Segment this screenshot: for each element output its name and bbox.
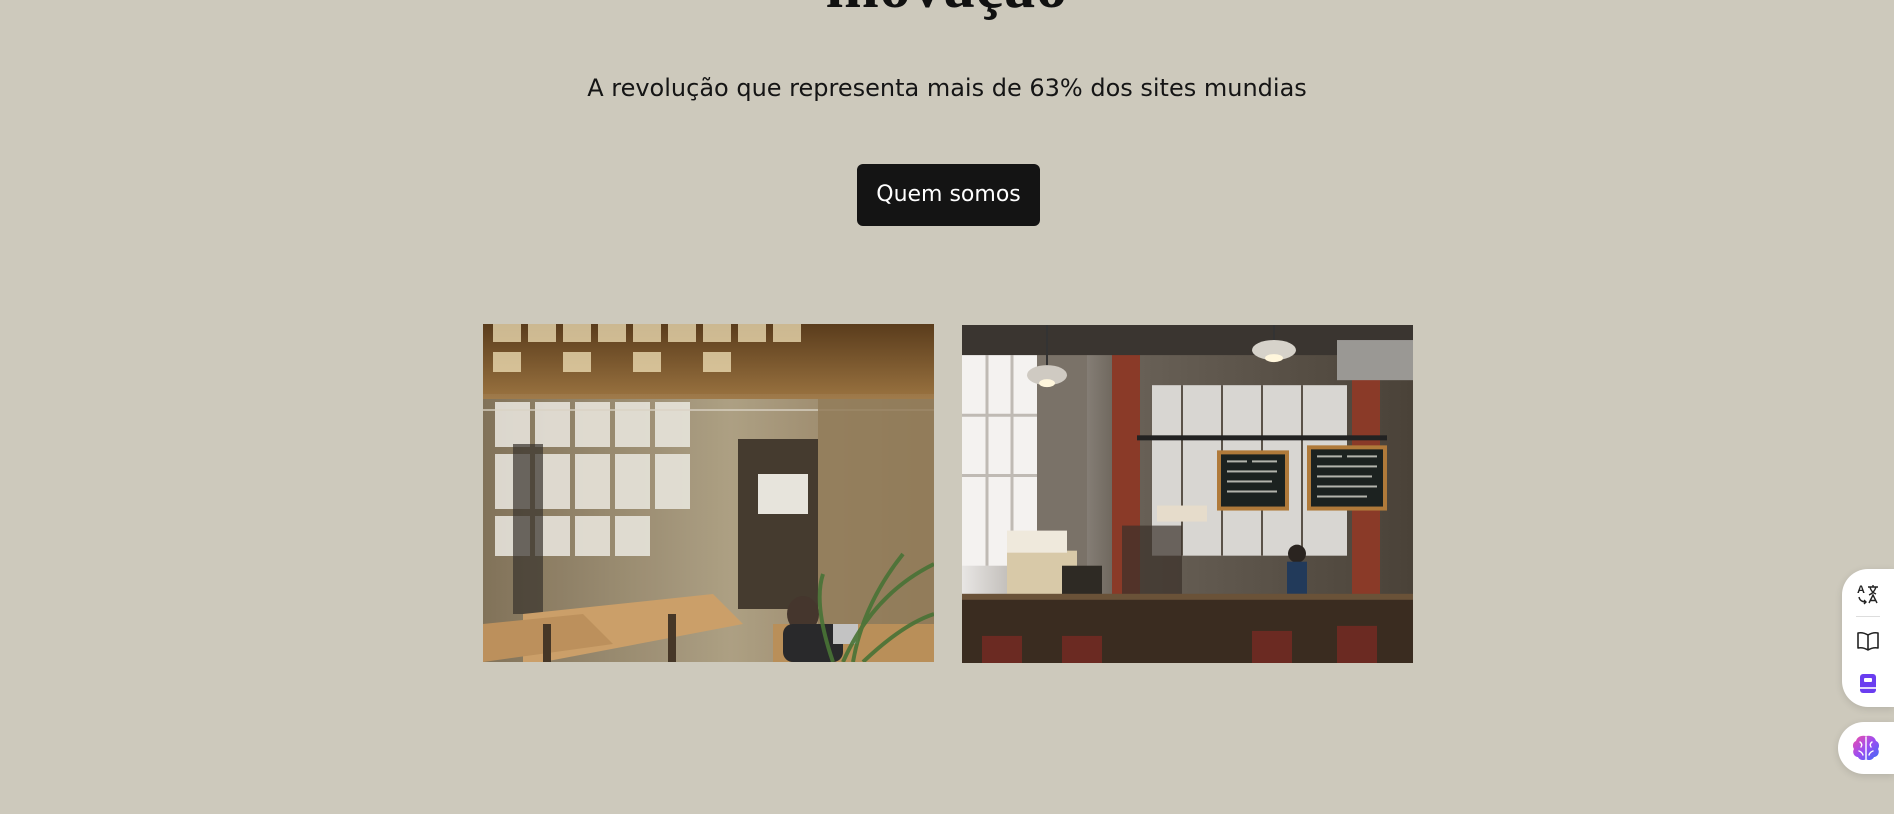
page: inovação A revolução que representa mais… [0, 0, 1894, 814]
bookmark-icon [1860, 674, 1876, 693]
reader-button[interactable] [1842, 621, 1894, 661]
toolbar-divider [1856, 616, 1880, 617]
hero-title: inovação [0, 0, 1894, 18]
brain-icon [1852, 735, 1880, 761]
quem-somos-button[interactable]: Quem somos [857, 164, 1040, 226]
side-toolbar: A [1842, 569, 1894, 707]
office-photo [483, 324, 934, 662]
translate-icon: A [1857, 584, 1878, 605]
cafe-photo [962, 325, 1413, 663]
ai-assistant-button[interactable] [1838, 722, 1894, 774]
book-icon [1857, 631, 1879, 651]
bookmark-button[interactable] [1842, 663, 1894, 703]
office-photo-illustration [483, 324, 934, 662]
translate-button[interactable]: A [1842, 573, 1894, 613]
svg-text:A: A [1857, 584, 1865, 596]
cafe-photo-illustration [962, 325, 1413, 663]
hero-subtitle: A revolução que representa mais de 63% d… [587, 74, 1307, 102]
